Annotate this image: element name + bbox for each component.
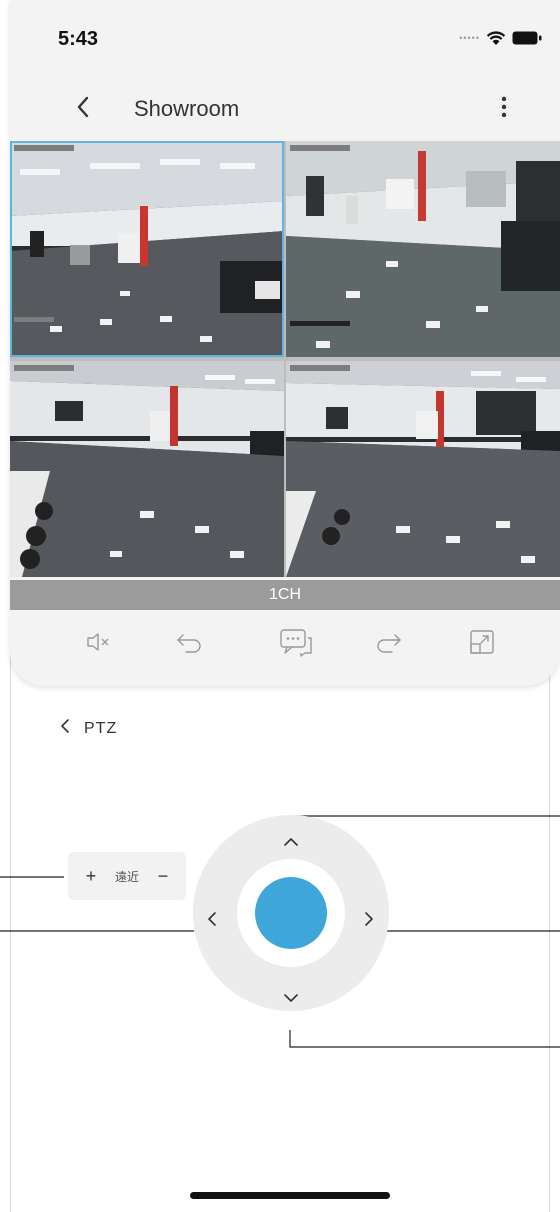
pan-right-button[interactable] — [354, 906, 384, 936]
ptz-title: PTZ — [84, 719, 118, 737]
redo-button[interactable] — [368, 624, 408, 664]
chevron-left-icon — [207, 911, 217, 932]
page-title: Showroom — [134, 96, 240, 121]
chevron-left-icon — [60, 718, 70, 739]
battery-icon — [512, 31, 542, 45]
zoom-out-button[interactable]: − — [154, 866, 172, 887]
camera-feed-4 — [286, 361, 560, 577]
chevron-up-icon — [283, 834, 299, 852]
pan-left-button[interactable] — [197, 906, 227, 936]
channel-indicator: 1CH — [10, 580, 560, 610]
zoom-in-button[interactable]: + — [82, 866, 100, 887]
channel-label: 1CH — [268, 586, 301, 603]
mute-speaker-icon — [84, 630, 112, 659]
nav-bar: Showroom — [10, 86, 560, 136]
camera-tile-4[interactable] — [286, 361, 560, 577]
fullscreen-button[interactable] — [462, 624, 502, 664]
status-icons: ••••• — [459, 30, 542, 46]
camera-tile-3[interactable] — [10, 361, 284, 577]
video-grid — [10, 141, 560, 577]
wifi-icon — [486, 30, 506, 46]
redo-arrow-icon — [372, 631, 404, 658]
status-bar: 5:43 ••••• — [10, 0, 560, 80]
camera-tile-2[interactable] — [286, 141, 560, 357]
zoom-control: + 遠近 − — [68, 852, 186, 900]
signal-icon: ••••• — [459, 33, 480, 43]
chevron-left-icon — [76, 96, 90, 123]
chevron-right-icon — [364, 911, 374, 932]
talk-button[interactable] — [276, 624, 316, 664]
playback-toolbar — [10, 612, 560, 676]
vertical-ellipsis-icon — [501, 96, 507, 123]
live-view-card: 5:43 ••••• Showroom 1CH — [10, 0, 560, 686]
undo-button[interactable] — [170, 624, 210, 664]
back-button[interactable] — [66, 92, 100, 126]
camera-tile-1[interactable] — [10, 141, 284, 357]
chevron-down-icon — [283, 990, 299, 1008]
more-options-button[interactable] — [492, 92, 516, 126]
home-indicator[interactable] — [190, 1192, 390, 1199]
status-time: 5:43 — [58, 28, 99, 50]
camera-feed-2 — [286, 141, 560, 357]
zoom-label: 遠近 — [114, 869, 139, 884]
pan-down-button[interactable] — [276, 984, 306, 1014]
fullscreen-expand-icon — [469, 629, 495, 660]
pan-up-button[interactable] — [276, 828, 306, 858]
ptz-center-button[interactable] — [255, 877, 327, 949]
camera-feed-3 — [10, 361, 284, 577]
undo-arrow-icon — [174, 631, 206, 658]
mute-button[interactable] — [78, 624, 118, 664]
ptz-collapse-toggle[interactable]: PTZ — [60, 718, 117, 739]
chat-bubble-icon — [278, 627, 314, 662]
camera-feed-1 — [10, 141, 284, 357]
